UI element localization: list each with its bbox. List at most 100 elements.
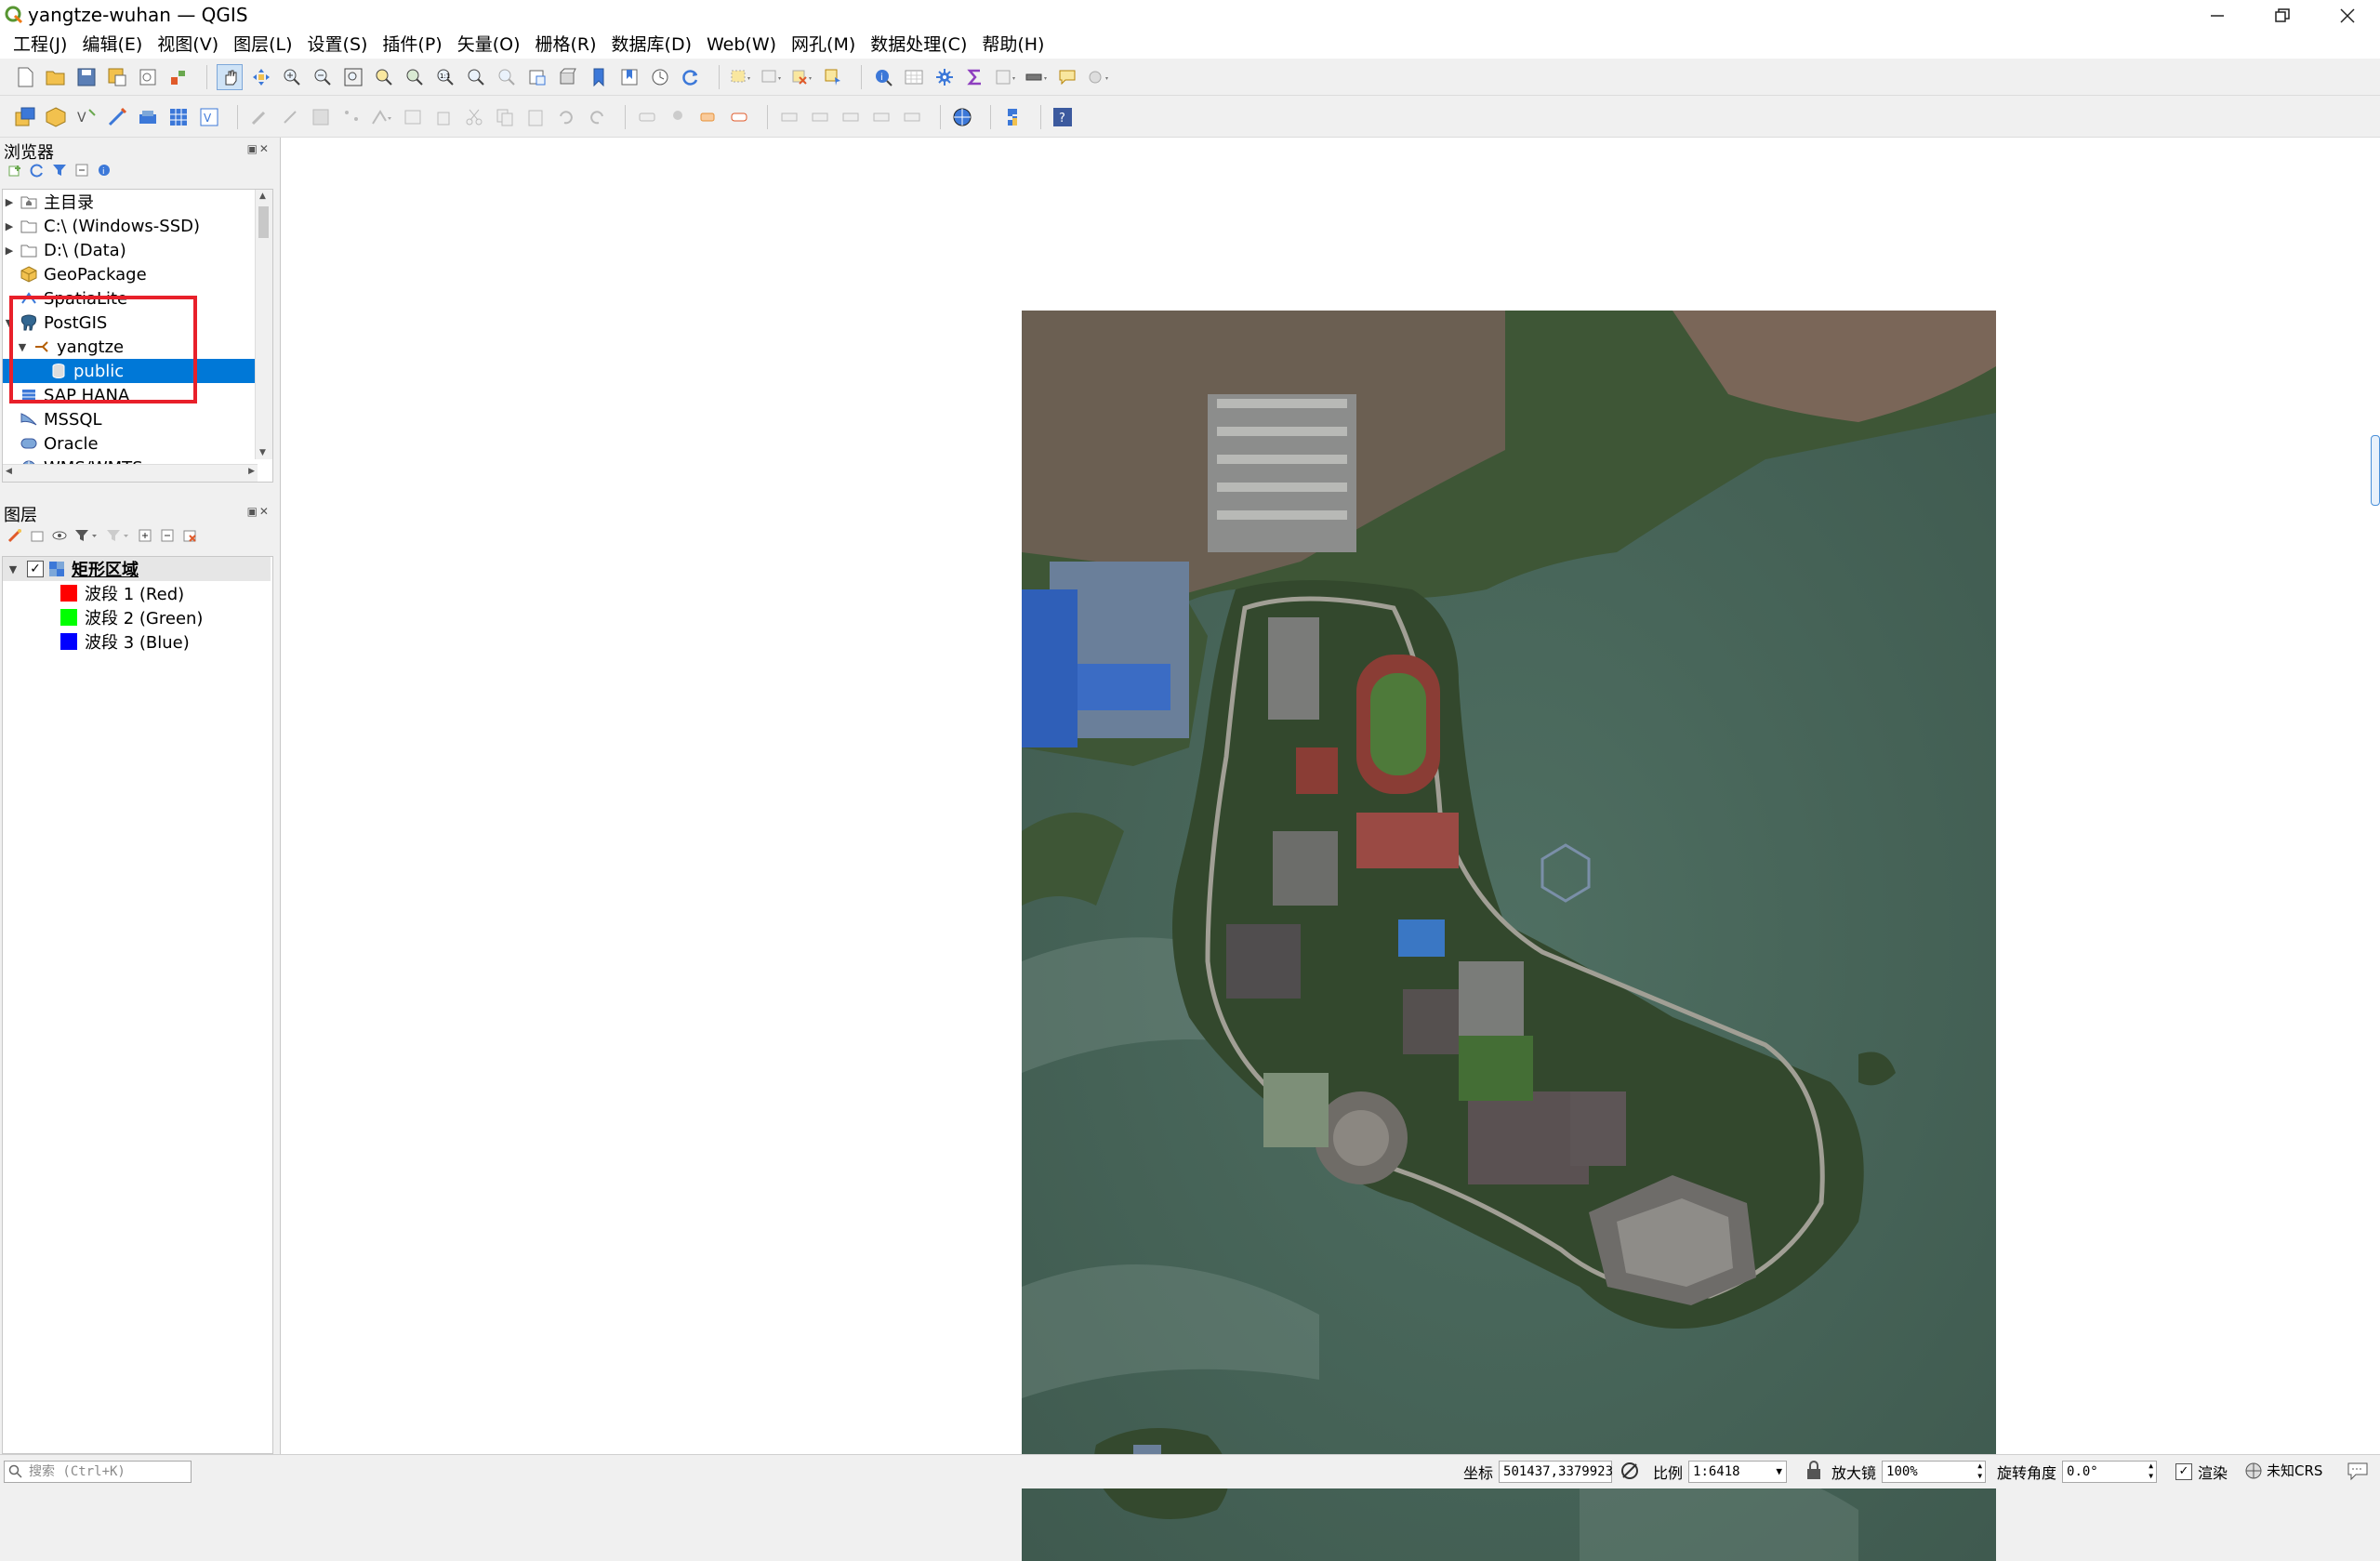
modify-attributes-icon[interactable]: [401, 105, 425, 129]
measure-line-icon[interactable]: [1025, 65, 1049, 89]
new-3d-view-icon[interactable]: [556, 65, 580, 89]
menu-help[interactable]: 帮助(H): [974, 31, 1051, 59]
refresh-icon[interactable]: [679, 65, 703, 89]
save-project-icon[interactable]: [74, 65, 99, 89]
new-map-view-icon[interactable]: [525, 65, 549, 89]
crs-button[interactable]: 未知CRS: [2244, 1461, 2322, 1480]
minimize-button[interactable]: [2185, 0, 2250, 31]
filter-expression-icon[interactable]: [106, 528, 130, 543]
style-panel-icon[interactable]: [7, 528, 22, 543]
paste-features-icon[interactable]: [523, 105, 548, 129]
menu-plugins[interactable]: 插件(P): [375, 31, 449, 59]
filter-legend-icon[interactable]: [74, 528, 99, 543]
add-group-icon[interactable]: [30, 528, 45, 543]
collapse-all-icon[interactable]: [74, 163, 89, 178]
digitize-icon[interactable]: [339, 105, 364, 129]
style-manager-icon[interactable]: [166, 65, 191, 89]
menu-database[interactable]: 数据库(D): [604, 31, 699, 59]
map-tips-icon[interactable]: [1055, 65, 1079, 89]
toggle-editing-icon[interactable]: [278, 105, 302, 129]
manage-visibility-icon[interactable]: [52, 528, 67, 543]
menu-vector[interactable]: 矢量(O): [450, 31, 528, 59]
locator-search[interactable]: 搜索 (Ctrl+K): [4, 1461, 192, 1483]
close-button[interactable]: [2315, 0, 2380, 31]
show-bookmarks-icon[interactable]: [617, 65, 641, 89]
add-raster-icon[interactable]: [166, 105, 191, 129]
layer-row[interactable]: ▼ ✓ 矩形区域: [3, 557, 271, 581]
restore-button[interactable]: [2250, 0, 2315, 31]
new-temporary-layer-icon[interactable]: [105, 105, 129, 129]
digitize-advanced-3-icon[interactable]: [839, 105, 863, 129]
scale-combobox[interactable]: 1:6418 ▼: [1688, 1461, 1788, 1483]
menu-view[interactable]: 视图(V): [150, 31, 226, 59]
python-console-icon[interactable]: [1000, 105, 1025, 129]
pan-to-selection-icon[interactable]: [249, 65, 273, 89]
identify-features-icon[interactable]: i: [871, 65, 895, 89]
vertex-tool-icon[interactable]: [370, 105, 394, 129]
layer-visibility-checkbox[interactable]: ✓: [27, 561, 44, 577]
zoom-full-icon[interactable]: [341, 65, 365, 89]
menu-settings[interactable]: 设置(S): [300, 31, 376, 59]
collapse-all-layers-icon[interactable]: [160, 528, 175, 543]
data-source-manager-icon[interactable]: [13, 105, 37, 129]
save-as-icon[interactable]: [105, 65, 129, 89]
rotation-spinbox[interactable]: 0.0° ▲ ▼: [2062, 1461, 2158, 1483]
expand-arrow-icon[interactable]: ▶: [3, 196, 16, 208]
browser-item-home[interactable]: ▶ 主目录: [3, 190, 254, 214]
save-edits-icon[interactable]: [309, 105, 333, 129]
toggle-extents-icon[interactable]: [1620, 1461, 1640, 1481]
menu-web[interactable]: Web(W): [699, 31, 784, 59]
highlight-labels-icon[interactable]: [696, 105, 721, 129]
messages-icon[interactable]: [2347, 1461, 2369, 1481]
add-vector-icon[interactable]: V: [197, 105, 221, 129]
panel-float-close-icons[interactable]: ▣✕: [247, 142, 271, 155]
coordinate-field[interactable]: 501437,3379923: [1499, 1461, 1613, 1483]
pin-labels-icon[interactable]: [666, 105, 690, 129]
magnifier-spinbox[interactable]: 100% ▲ ▼: [1882, 1461, 1987, 1483]
show-hide-labels-icon[interactable]: [727, 105, 751, 129]
browser-item-geopackage[interactable]: GeoPackage: [3, 262, 254, 286]
processing-toolbox-icon[interactable]: [932, 65, 957, 89]
decorations-icon[interactable]: [1086, 65, 1110, 89]
zoom-next-icon[interactable]: [495, 65, 519, 89]
browser-item-c-drive[interactable]: ▶ C:\ (Windows-SSD): [3, 214, 254, 238]
properties-icon[interactable]: i: [97, 163, 112, 178]
browser-item-mssql[interactable]: MSSQL: [3, 407, 254, 431]
current-edits-icon[interactable]: [247, 105, 271, 129]
zoom-out-icon[interactable]: [311, 65, 335, 89]
browser-horizontal-scrollbar[interactable]: ◀ ▶: [3, 464, 258, 482]
expand-arrow-icon[interactable]: ▶: [3, 245, 16, 257]
new-project-icon[interactable]: [13, 65, 37, 89]
cut-features-icon[interactable]: [462, 105, 486, 129]
temporal-controller-icon[interactable]: [648, 65, 672, 89]
browser-refresh-icon[interactable]: [30, 163, 45, 178]
canvas-scroll-indicator[interactable]: [2371, 435, 2380, 506]
new-shapefile-icon[interactable]: V: [74, 105, 99, 129]
print-layout-icon[interactable]: [136, 65, 160, 89]
open-project-icon[interactable]: [44, 65, 68, 89]
select-features-icon[interactable]: [729, 65, 753, 89]
remove-layer-icon[interactable]: [182, 528, 197, 543]
lock-scale-icon[interactable]: [1805, 1461, 1822, 1481]
panel-float-close-icons[interactable]: ▣✕: [247, 505, 271, 518]
select-by-value-icon[interactable]: [760, 65, 784, 89]
statistical-summary-icon[interactable]: [963, 65, 987, 89]
pan-map-icon[interactable]: [217, 63, 243, 90]
render-checkbox[interactable]: ✓: [2175, 1463, 2192, 1480]
redo-icon[interactable]: [585, 105, 609, 129]
spatial-bookmark-icon[interactable]: [587, 65, 611, 89]
new-geopackage-layer-icon[interactable]: [44, 105, 68, 129]
digitize-advanced-5-icon[interactable]: [900, 105, 924, 129]
menu-edit[interactable]: 编辑(E): [74, 31, 150, 59]
expand-all-icon[interactable]: [138, 528, 152, 543]
delete-selected-icon[interactable]: [431, 105, 456, 129]
label-tool-icon[interactable]: [635, 105, 659, 129]
zoom-native-icon[interactable]: 1:1: [433, 65, 457, 89]
new-virtual-layer-icon[interactable]: [136, 105, 160, 129]
help-contents-icon[interactable]: ?: [1051, 105, 1075, 129]
zoom-last-icon[interactable]: [464, 65, 488, 89]
filter-icon[interactable]: [52, 163, 67, 178]
zoom-to-selection-icon[interactable]: [372, 65, 396, 89]
web-plugin-globe-icon[interactable]: [950, 105, 974, 129]
attribute-table-icon[interactable]: [902, 65, 926, 89]
